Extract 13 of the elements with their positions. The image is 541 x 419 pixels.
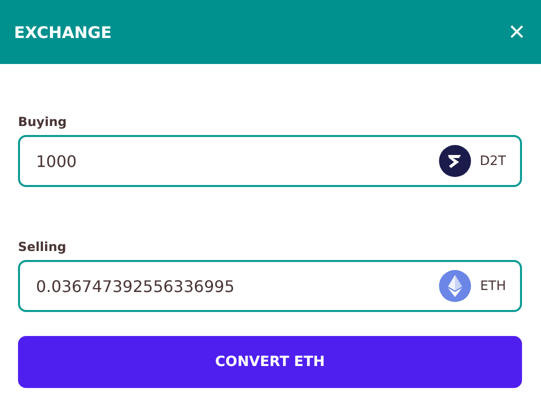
amount-box[interactable]: 1000 D2T — [18, 135, 522, 187]
amount-field[interactable]: 1000 — [36, 152, 431, 170]
amount-field[interactable]: 0.036747392556336995 — [36, 276, 432, 296]
field-label: Selling — [18, 239, 68, 254]
ethereum-icon — [439, 270, 472, 302]
token-logo-icon — [438, 145, 471, 177]
token-symbol: D2T — [480, 154, 506, 168]
dialog-title: EXCHANGE — [14, 22, 112, 42]
token-symbol: ETH — [480, 278, 506, 294]
field-label: Buying — [18, 114, 68, 129]
convert-button[interactable]: CONVERT ETH — [18, 336, 522, 388]
amount-box[interactable]: 0.036747392556336995 ETH — [18, 260, 522, 312]
close-button[interactable]: × — [508, 18, 525, 46]
